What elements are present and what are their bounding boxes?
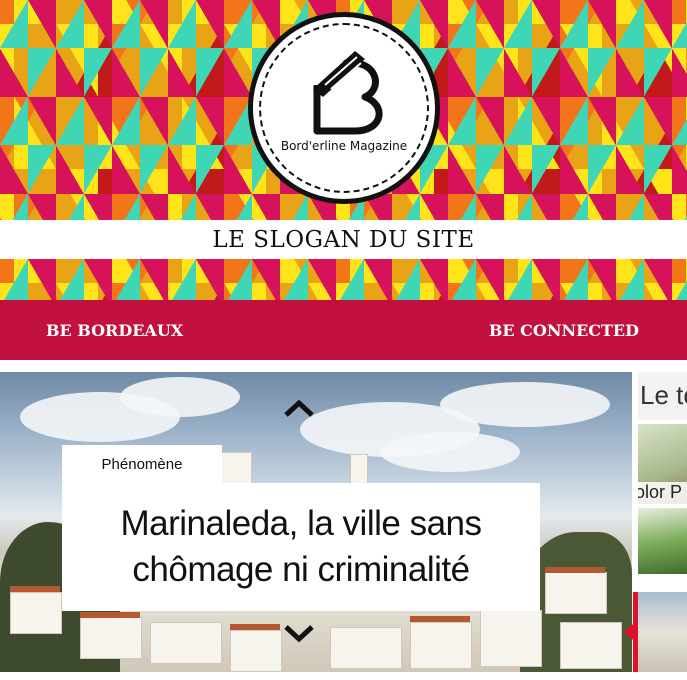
slide-thumbnails: Le to olor P — [638, 372, 687, 672]
chevron-down-icon[interactable] — [284, 624, 314, 644]
thumbnail-caption: Le to — [640, 380, 687, 410]
main-nav: BE BORDEAUX BE CONNECTED — [0, 300, 687, 360]
slogan-pattern — [0, 259, 687, 300]
thumbnail-2-caption-bg: olor P — [638, 482, 687, 504]
nav-be-bordeaux[interactable]: BE BORDEAUX — [46, 321, 183, 340]
featured-title-box[interactable]: Marinaleda, la ville sans chômage ni cri… — [62, 483, 540, 611]
logo-b-icon — [313, 51, 383, 135]
nav-be-connected[interactable]: BE CONNECTED — [489, 321, 639, 340]
chevron-up-icon[interactable] — [284, 398, 314, 418]
featured-title[interactable]: Marinaleda, la ville sans chômage ni cri… — [81, 501, 521, 593]
thumbnail-1[interactable]: Le to — [638, 372, 687, 420]
slogan-bar: LE SLOGAN DU SITE — [0, 220, 687, 259]
site-slogan: LE SLOGAN DU SITE — [212, 226, 475, 253]
site-logo[interactable]: Bord'erline Magazine — [248, 12, 440, 204]
thumbnail-3[interactable] — [638, 508, 687, 574]
logo-text: Bord'erline Magazine — [280, 139, 408, 153]
active-slide-marker — [633, 592, 638, 672]
featured-category[interactable]: Phénomène — [62, 445, 222, 483]
active-slide-arrow-icon — [624, 624, 633, 640]
thumbnail-caption: olor P — [638, 482, 683, 502]
thumbnail-4[interactable] — [638, 592, 687, 672]
